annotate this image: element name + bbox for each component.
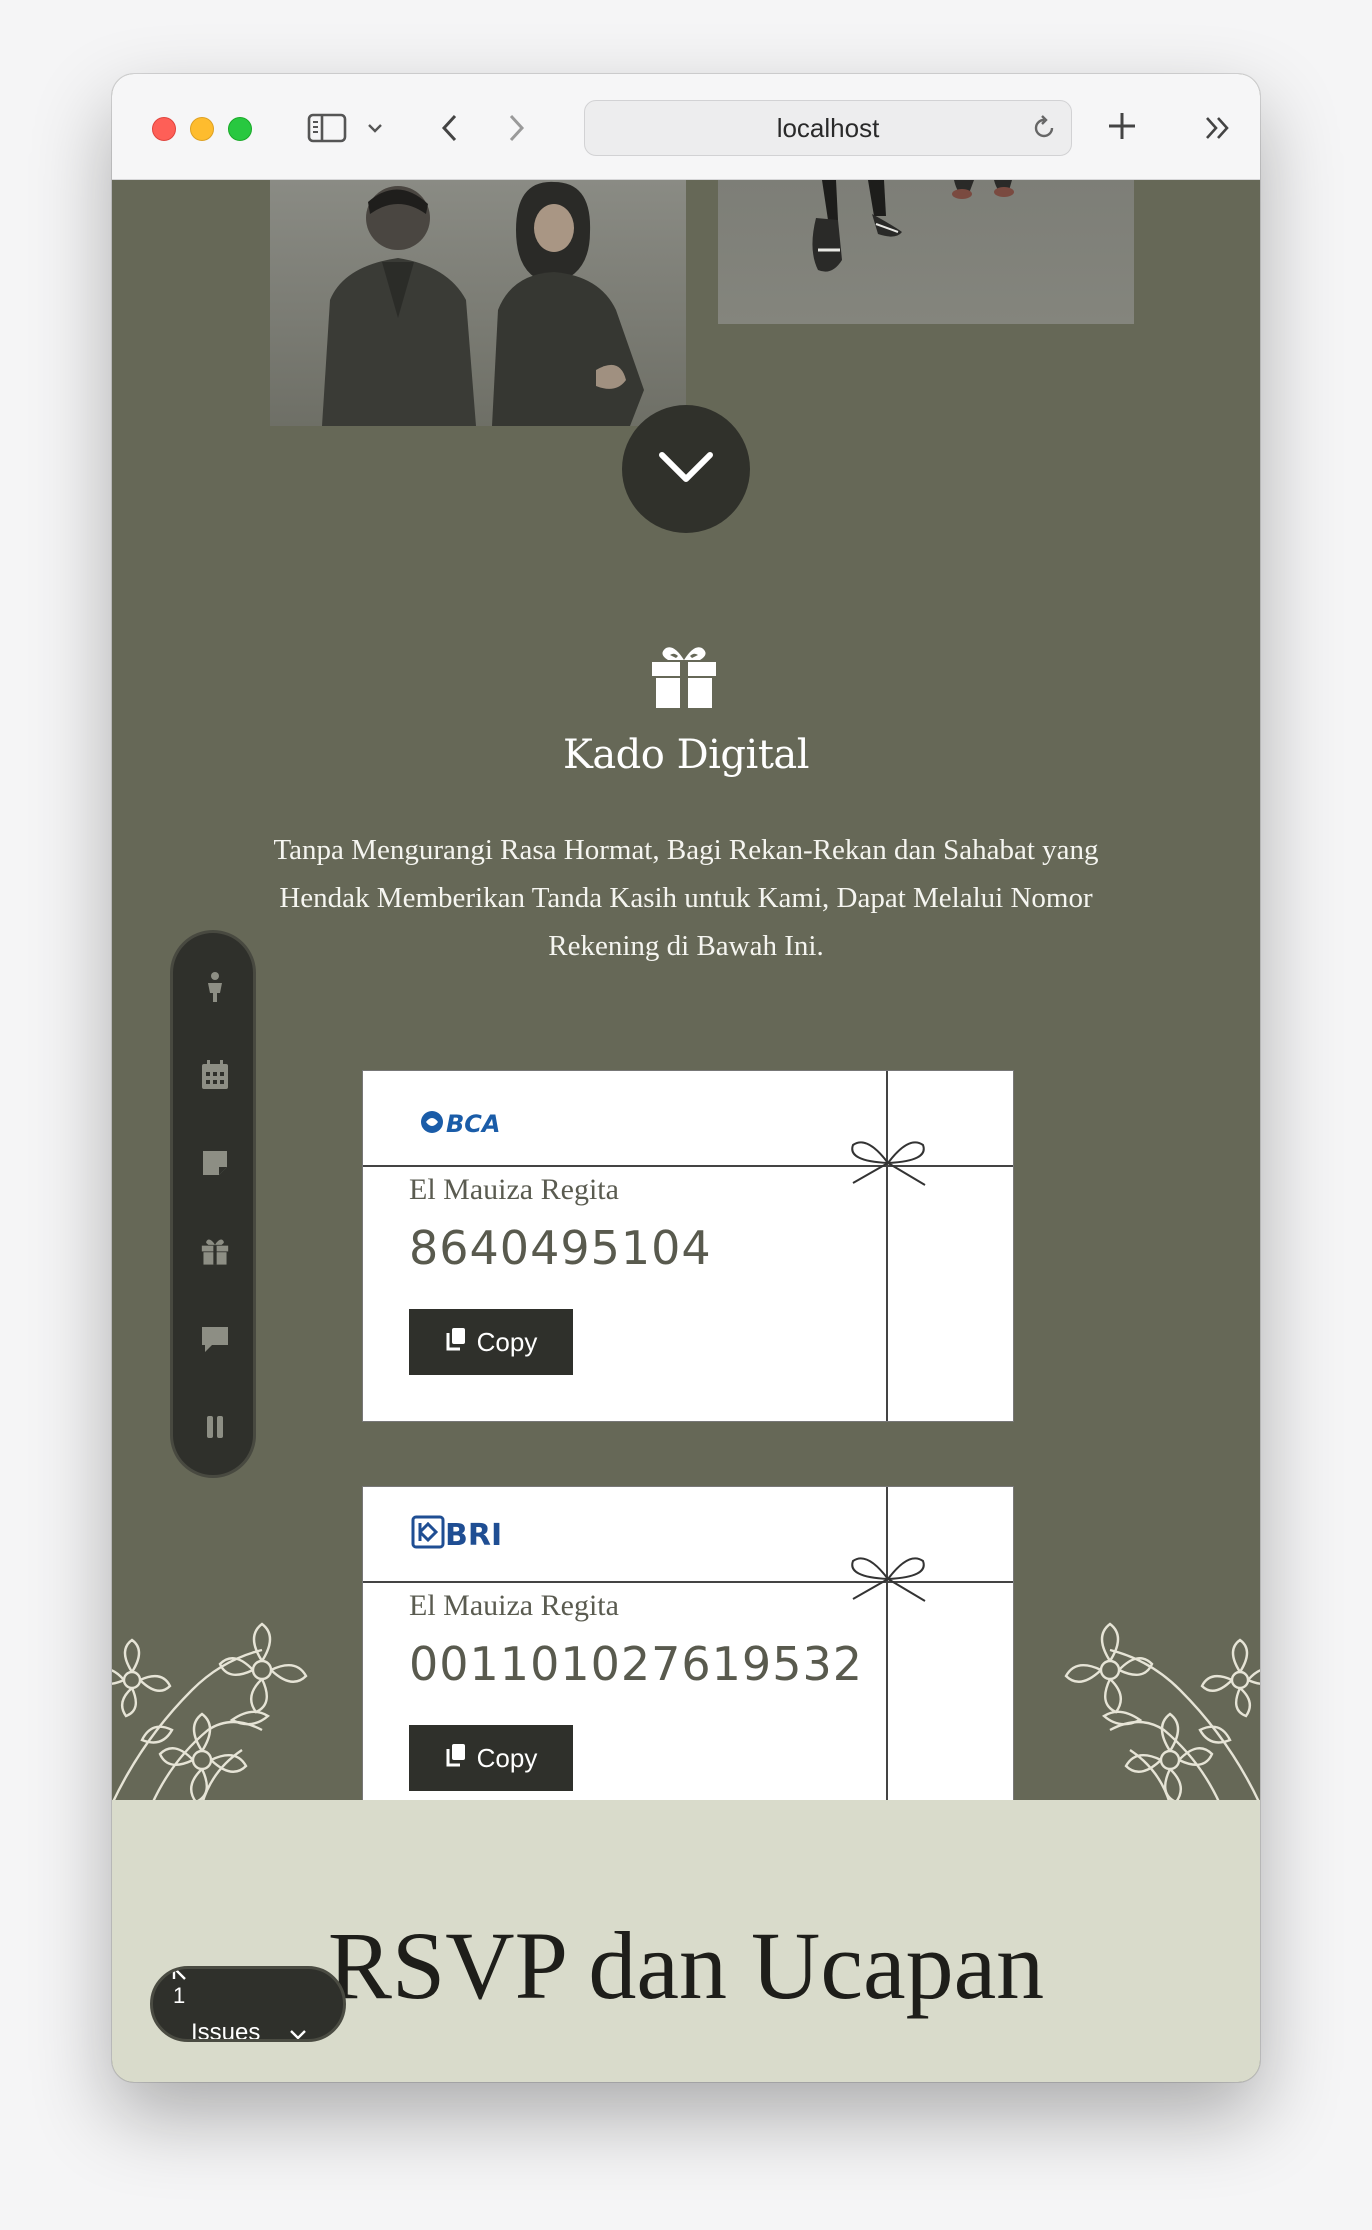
gift-icon[interactable] xyxy=(199,1235,231,1267)
more-tabs-icon[interactable] xyxy=(1200,110,1236,146)
issues-badge[interactable]: 1 Issues xyxy=(150,1966,346,2042)
pause-icon[interactable] xyxy=(199,1411,231,1443)
chevron-down-icon[interactable] xyxy=(364,114,386,142)
scroll-down-button[interactable] xyxy=(622,405,750,533)
bca-logo-text: BCA xyxy=(446,1110,500,1138)
gift-title: Kado Digital xyxy=(562,732,810,778)
close-window-button[interactable] xyxy=(152,117,176,141)
account-number: 001101027619532 xyxy=(409,1637,863,1691)
chevron-down-icon xyxy=(287,2027,309,2039)
copy-icon xyxy=(445,1743,467,1774)
bca-logo: BCA xyxy=(418,1105,508,1139)
copy-button[interactable]: Copy xyxy=(409,1309,573,1375)
chat-icon[interactable] xyxy=(199,1323,231,1355)
gift-description: Tanpa Mengurangi Rasa Hormat, Bagi Rekan… xyxy=(273,834,1099,962)
flower-decoration-left xyxy=(112,1622,308,1804)
account-holder: El Mauiza Regita xyxy=(409,1173,619,1206)
flower-decoration-right xyxy=(1064,1622,1260,1804)
zoom-window-button[interactable] xyxy=(228,117,252,141)
account-number: 8640495104 xyxy=(409,1221,712,1275)
page-content: Kado Digital Tanpa Mengurangi Rasa Horma… xyxy=(112,180,1260,2082)
minimize-window-button[interactable] xyxy=(190,117,214,141)
forward-icon[interactable] xyxy=(502,108,532,148)
new-tab-icon[interactable] xyxy=(1102,106,1142,146)
address-bar[interactable]: localhost xyxy=(584,100,1072,156)
ribbon-vertical xyxy=(886,1071,888,1421)
note-icon[interactable] xyxy=(199,1147,231,1179)
bow-icon xyxy=(851,1557,926,1602)
copy-label: Copy xyxy=(476,1326,538,1357)
chevron-down-icon xyxy=(656,449,716,490)
issues-arrow-icon xyxy=(171,1969,191,1981)
gift-icon xyxy=(650,642,718,708)
shoes-photo xyxy=(718,180,1134,324)
reload-icon[interactable] xyxy=(1029,113,1059,143)
ribbon-vertical xyxy=(886,1487,888,1837)
bow-icon xyxy=(851,1141,926,1186)
sidebar-toggle-icon[interactable] xyxy=(306,110,348,146)
copy-icon xyxy=(445,1327,467,1358)
issues-label: Issues xyxy=(191,2019,261,2042)
copy-button[interactable]: Copy xyxy=(409,1725,573,1791)
bri-logo-text: BRI xyxy=(445,1518,502,1551)
issues-count: 1 xyxy=(173,1983,186,2008)
calendar-icon[interactable] xyxy=(199,1059,231,1091)
browser-toolbar: localhost xyxy=(112,74,1260,180)
account-holder: El Mauiza Regita xyxy=(409,1589,619,1622)
copy-label: Copy xyxy=(476,1742,538,1773)
gift-section: Kado Digital Tanpa Mengurangi Rasa Horma… xyxy=(112,180,1260,1838)
back-icon[interactable] xyxy=(434,108,464,148)
couple-photo xyxy=(270,180,686,426)
bank-card-bri: BRI El Mauiza Regita 001101027619532 Cop… xyxy=(362,1486,1014,1838)
couple-icon[interactable] xyxy=(199,971,231,1003)
bri-logo: BRI xyxy=(411,1511,511,1553)
bank-card-bca: BCA El Mauiza Regita 8640495104 Copy xyxy=(362,1070,1014,1422)
browser-window: localhost Kado Digital Tanpa Mengurangi … xyxy=(112,74,1260,2082)
address-text: localhost xyxy=(776,112,880,143)
floating-nav xyxy=(170,930,256,1478)
